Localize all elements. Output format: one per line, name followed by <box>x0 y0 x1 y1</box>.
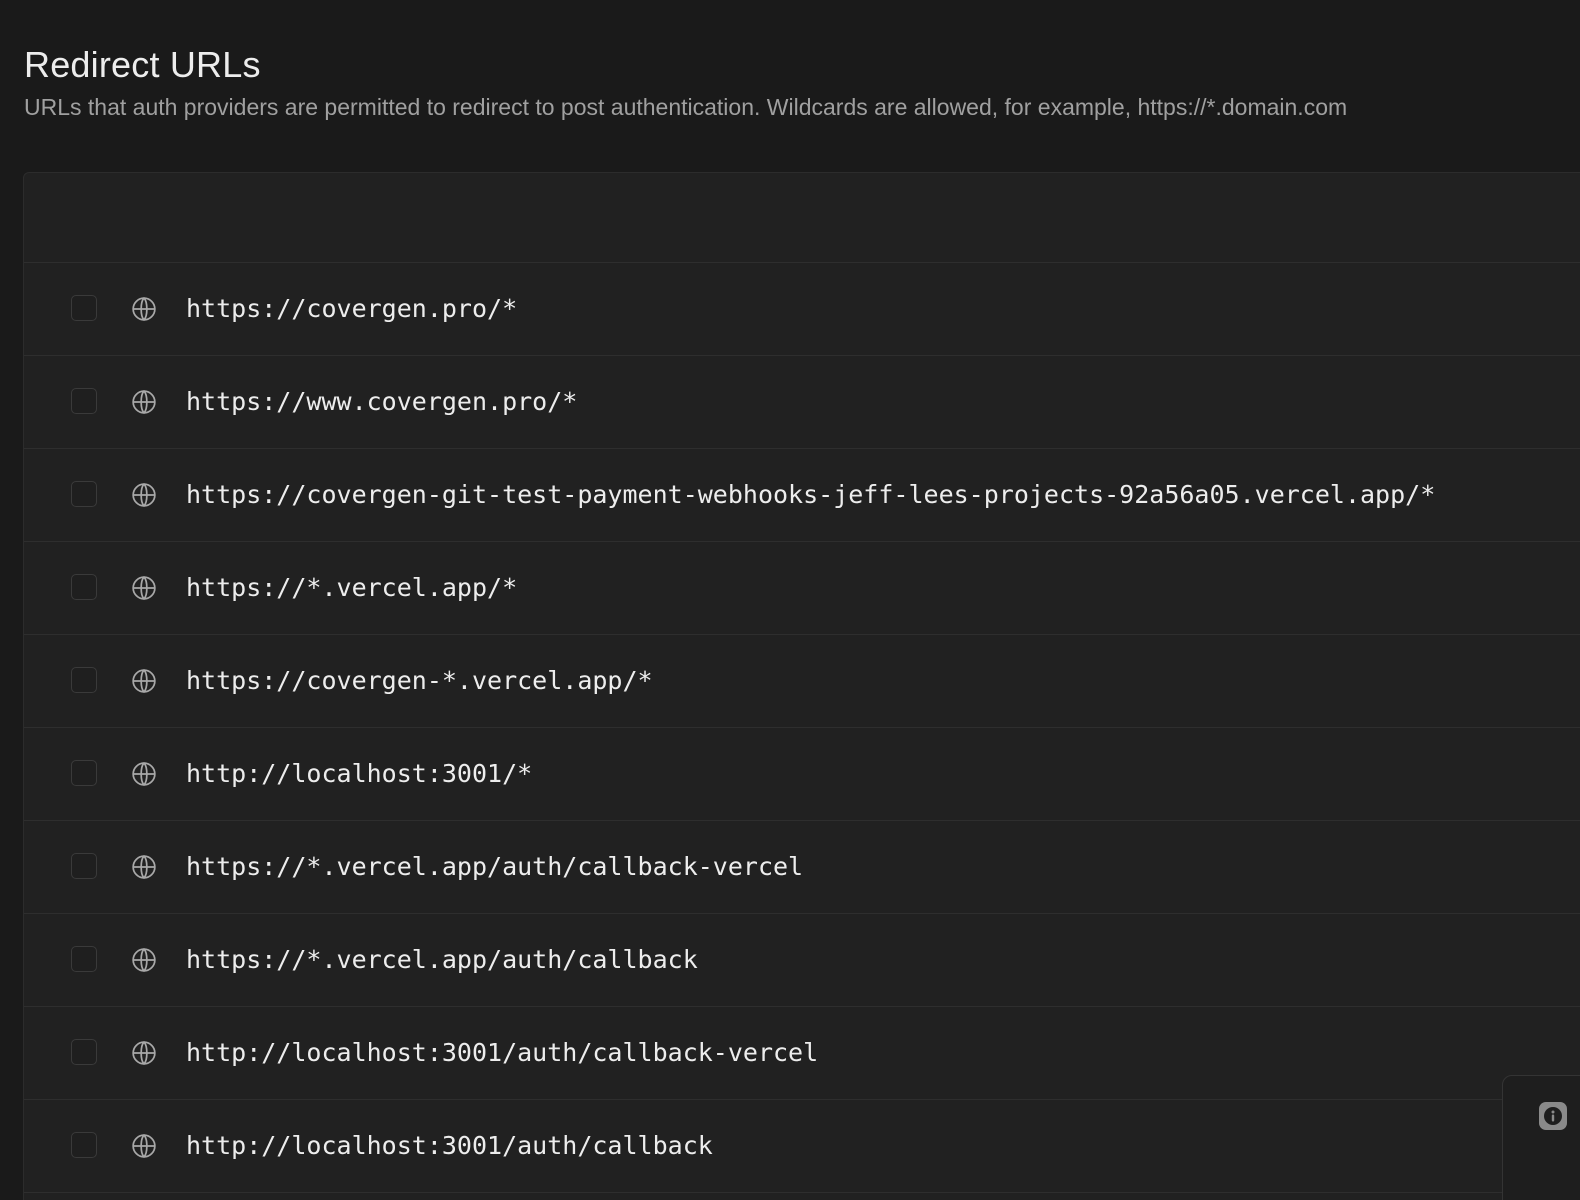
row-checkbox[interactable] <box>71 481 97 507</box>
list-item: https://*.vercel.app/* <box>24 542 1580 635</box>
globe-icon <box>131 1040 157 1066</box>
url-text: http://localhost:3001/auth/callback-verc… <box>186 1038 819 1067</box>
row-checkbox[interactable] <box>71 1039 97 1065</box>
url-text: https://covergen-*.vercel.app/* <box>186 666 653 695</box>
url-text: http://localhost:3001/auth/callback <box>186 1131 713 1160</box>
list-rows: https://covergen.pro/* https://www.cover… <box>24 263 1580 1193</box>
help-widget <box>1502 1075 1580 1200</box>
row-checkbox[interactable] <box>71 388 97 414</box>
url-text: https://*.vercel.app/auth/callback <box>186 945 698 974</box>
globe-icon <box>131 482 157 508</box>
row-checkbox[interactable] <box>71 667 97 693</box>
list-item: http://localhost:3001/auth/callback <box>24 1100 1580 1193</box>
list-item: https://covergen-git-test-payment-webhoo… <box>24 449 1580 542</box>
list-item: https://www.covergen.pro/* <box>24 356 1580 449</box>
globe-icon <box>131 854 157 880</box>
list-item: https://*.vercel.app/auth/callback <box>24 914 1580 1007</box>
row-checkbox[interactable] <box>71 760 97 786</box>
globe-icon <box>131 296 157 322</box>
info-icon[interactable] <box>1539 1102 1567 1130</box>
redirect-urls-list: https://covergen.pro/* https://www.cover… <box>23 172 1580 1200</box>
row-checkbox[interactable] <box>71 853 97 879</box>
list-item: https://*.vercel.app/auth/callback-verce… <box>24 821 1580 914</box>
url-text: https://*.vercel.app/auth/callback-verce… <box>186 852 804 881</box>
url-text: https://covergen-git-test-payment-webhoo… <box>186 480 1436 509</box>
list-header <box>24 173 1580 263</box>
row-checkbox[interactable] <box>71 946 97 972</box>
page-title: Redirect URLs <box>24 44 261 85</box>
globe-icon <box>131 389 157 415</box>
list-item: https://covergen-*.vercel.app/* <box>24 635 1580 728</box>
list-item: http://localhost:3001/auth/callback-verc… <box>24 1007 1580 1100</box>
globe-icon <box>131 947 157 973</box>
url-text: http://localhost:3001/* <box>186 759 533 788</box>
globe-icon <box>131 1133 157 1159</box>
list-item: https://covergen.pro/* <box>24 263 1580 356</box>
globe-icon <box>131 761 157 787</box>
globe-icon <box>131 575 157 601</box>
row-checkbox[interactable] <box>71 574 97 600</box>
row-checkbox[interactable] <box>71 295 97 321</box>
url-text: https://*.vercel.app/* <box>186 573 518 602</box>
url-text: https://www.covergen.pro/* <box>186 387 578 416</box>
redirect-urls-page: Redirect URLs URLs that auth providers a… <box>0 0 1580 1200</box>
globe-icon <box>131 668 157 694</box>
url-text: https://covergen.pro/* <box>186 294 518 323</box>
list-item: http://localhost:3001/* <box>24 728 1580 821</box>
row-checkbox[interactable] <box>71 1132 97 1158</box>
page-description: URLs that auth providers are permitted t… <box>24 94 1348 120</box>
